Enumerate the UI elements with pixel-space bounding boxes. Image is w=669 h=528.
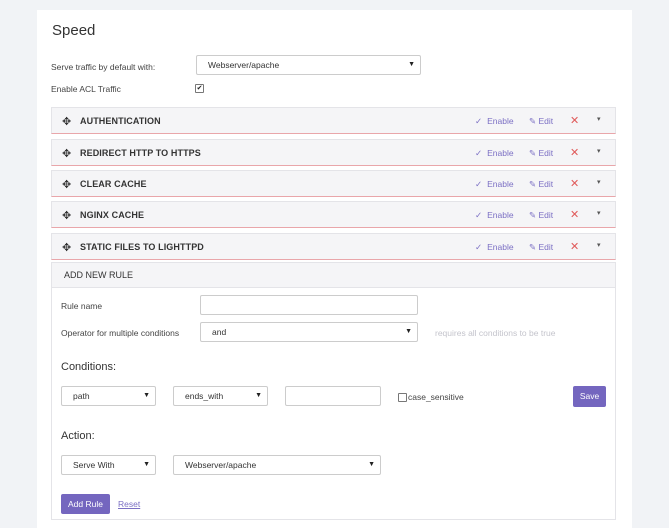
enable-label: Enable	[487, 242, 514, 252]
edit-icon: ✎	[529, 179, 537, 189]
rule-name-label: Rule name	[61, 301, 103, 311]
enable-link[interactable]: ✓ Enable	[475, 116, 514, 127]
edit-icon: ✎	[529, 148, 537, 158]
dropdown-caret-icon: ▼	[255, 392, 262, 399]
close-icon[interactable]: ✕	[570, 240, 579, 253]
enable-label: Enable	[487, 210, 514, 220]
rule-row[interactable]: ✥ AUTHENTICATION ✓ Enable ✎ Edit ✕ ▾	[51, 107, 616, 134]
serve-default-label: Serve traffic by default with:	[51, 62, 156, 72]
dropdown-caret-icon: ▼	[368, 461, 375, 468]
dropdown-caret-icon: ▼	[143, 392, 150, 399]
edit-label: Edit	[538, 210, 554, 220]
rule-name: REDIRECT HTTP TO HTTPS	[80, 148, 201, 158]
operator-select[interactable]: and ▼	[200, 322, 418, 342]
chevron-down-icon[interactable]: ▾	[597, 178, 601, 186]
speed-panel: Speed Serve traffic by default with: Web…	[37, 10, 632, 528]
close-icon[interactable]: ✕	[570, 208, 579, 221]
edit-icon: ✎	[529, 242, 537, 252]
action-type-value: Serve With	[73, 460, 115, 470]
condition-operator-select[interactable]: ends_with ▼	[173, 386, 268, 406]
dropdown-caret-icon: ▼	[143, 461, 150, 468]
dropdown-caret-icon: ▼	[405, 328, 412, 335]
page-title: Speed	[52, 22, 96, 39]
enable-link[interactable]: ✓ Enable	[475, 210, 514, 221]
edit-link[interactable]: ✎ Edit	[529, 242, 553, 253]
operator-value: and	[212, 327, 227, 337]
chevron-down-icon[interactable]: ▾	[597, 115, 601, 123]
rule-name: CLEAR CACHE	[80, 179, 147, 189]
edit-label: Edit	[538, 116, 554, 126]
rule-row[interactable]: ✥ REDIRECT HTTP TO HTTPS ✓ Enable ✎ Edit …	[51, 139, 616, 166]
add-new-rule-panel: ADD NEW RULE Rule name Operator for mult…	[51, 262, 616, 520]
condition-value-input[interactable]	[285, 386, 381, 406]
rule-row[interactable]: ✥ STATIC FILES TO LIGHTTPD ✓ Enable ✎ Edi…	[51, 233, 616, 260]
edit-label: Edit	[538, 179, 554, 189]
edit-link[interactable]: ✎ Edit	[529, 179, 553, 190]
enable-link[interactable]: ✓ Enable	[475, 148, 514, 159]
action-target-value: Webserver/apache	[185, 460, 257, 470]
enable-label: Enable	[487, 148, 514, 158]
action-target-select[interactable]: Webserver/apache ▼	[173, 455, 381, 475]
rule-name: STATIC FILES TO LIGHTTPD	[80, 242, 204, 252]
check-icon: ✓	[475, 148, 483, 158]
chevron-down-icon[interactable]: ▾	[597, 147, 601, 155]
check-icon: ✓	[475, 242, 483, 252]
edit-link[interactable]: ✎ Edit	[529, 116, 553, 127]
move-icon[interactable]: ✥	[62, 115, 71, 128]
rule-row[interactable]: ✥ CLEAR CACHE ✓ Enable ✎ Edit ✕ ▾	[51, 170, 616, 197]
enable-link[interactable]: ✓ Enable	[475, 179, 514, 190]
action-type-select[interactable]: Serve With ▼	[61, 455, 156, 475]
chevron-down-icon[interactable]: ▾	[597, 209, 601, 217]
dropdown-caret-icon: ▼	[408, 61, 415, 68]
serve-default-value: Webserver/apache	[208, 60, 280, 70]
move-icon[interactable]: ✥	[62, 147, 71, 160]
chevron-down-icon[interactable]: ▾	[597, 241, 601, 249]
case-sensitive-checkbox[interactable]	[398, 393, 407, 402]
edit-link[interactable]: ✎ Edit	[529, 148, 553, 159]
condition-operator-value: ends_with	[185, 391, 224, 401]
rule-name: NGINX CACHE	[80, 210, 145, 220]
enable-link[interactable]: ✓ Enable	[475, 242, 514, 253]
enable-label: Enable	[487, 116, 514, 126]
acl-label: Enable ACL Traffic	[51, 84, 121, 94]
check-icon: ✓	[475, 210, 483, 220]
serve-default-select[interactable]: Webserver/apache ▼	[196, 55, 421, 75]
operator-label: Operator for multiple conditions	[61, 328, 180, 338]
edit-label: Edit	[538, 148, 554, 158]
case-sensitive-label: case_sensitive	[408, 392, 464, 402]
edit-link[interactable]: ✎ Edit	[529, 210, 553, 221]
save-button[interactable]: Save	[573, 386, 606, 407]
reset-link[interactable]: Reset	[118, 499, 140, 509]
close-icon[interactable]: ✕	[570, 114, 579, 127]
edit-icon: ✎	[529, 210, 537, 220]
move-icon[interactable]: ✥	[62, 241, 71, 254]
move-icon[interactable]: ✥	[62, 178, 71, 191]
edit-icon: ✎	[529, 116, 537, 126]
enable-label: Enable	[487, 179, 514, 189]
condition-field-select[interactable]: path ▼	[61, 386, 156, 406]
add-new-rule-title: ADD NEW RULE	[52, 263, 615, 288]
acl-checkbox[interactable]: ✔	[195, 84, 204, 93]
conditions-title: Conditions:	[61, 361, 117, 373]
rule-row[interactable]: ✥ NGINX CACHE ✓ Enable ✎ Edit ✕ ▾	[51, 201, 616, 228]
edit-label: Edit	[538, 242, 554, 252]
close-icon[interactable]: ✕	[570, 177, 579, 190]
condition-field-value: path	[73, 391, 90, 401]
move-icon[interactable]: ✥	[62, 209, 71, 222]
operator-hint: requires all conditions to be true	[435, 328, 556, 338]
action-title: Action:	[61, 430, 95, 442]
check-icon: ✓	[475, 116, 483, 126]
rule-name: AUTHENTICATION	[80, 116, 161, 126]
rule-name-input[interactable]	[200, 295, 418, 315]
close-icon[interactable]: ✕	[570, 146, 579, 159]
add-rule-button[interactable]: Add Rule	[61, 494, 110, 514]
check-icon: ✓	[475, 179, 483, 189]
